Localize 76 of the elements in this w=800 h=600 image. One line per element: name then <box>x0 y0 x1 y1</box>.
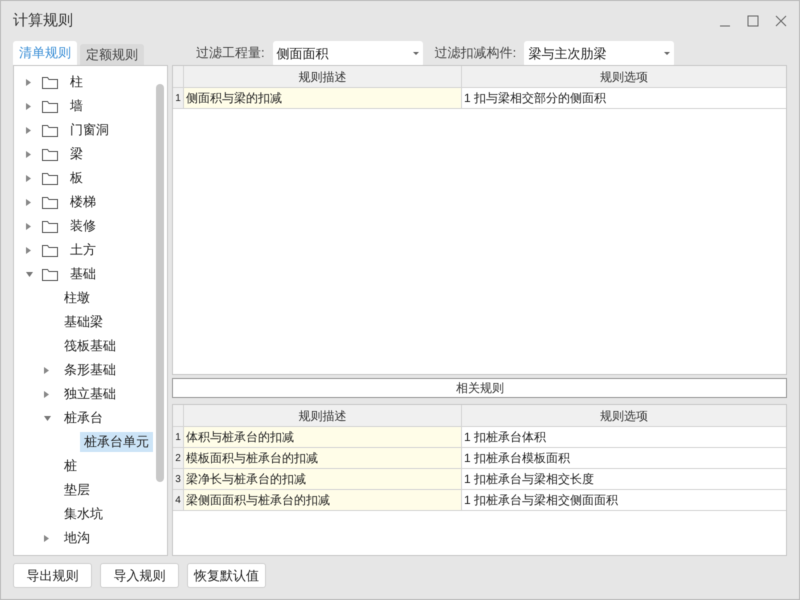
table-cell: 侧面积与梁的扣减 <box>184 88 462 108</box>
action-button[interactable]: 恢复默认值 <box>187 563 266 588</box>
row-number: 1 <box>173 88 184 108</box>
tree-item[interactable]: 地沟 <box>60 528 94 548</box>
collapsed-arrow-icon[interactable] <box>44 390 49 398</box>
tree-item[interactable]: 门窗洞 <box>66 120 113 140</box>
tree-item[interactable]: 楼梯 <box>66 192 100 212</box>
folder-icon <box>42 172 58 184</box>
table-cell: 体积与桩承台的扣减 <box>184 427 462 447</box>
tree-item[interactable]: 板 <box>66 168 87 188</box>
column-header: 规则选项 <box>599 408 649 424</box>
row-number: 4 <box>173 490 184 510</box>
folder-icon <box>42 244 58 256</box>
dropdown-caret-icon <box>412 52 419 55</box>
table-cell: 梁侧面面积与桩承台的扣减 <box>184 490 462 510</box>
tree-item[interactable]: 柱墩 <box>60 288 94 308</box>
collapsed-arrow-icon[interactable] <box>26 126 31 134</box>
folder-icon <box>42 124 58 136</box>
folder-icon <box>42 148 58 160</box>
tree-item[interactable]: 筏板基础 <box>60 336 120 356</box>
folder-icon <box>42 268 58 280</box>
table-cell[interactable]: 1 扣与梁相交部分的侧面积 <box>462 88 786 108</box>
filter-label: 过滤工程量: <box>196 44 265 62</box>
tree-item[interactable]: 装修 <box>66 216 100 236</box>
tree-item[interactable]: 柱 <box>66 72 87 92</box>
folder-icon <box>42 220 58 232</box>
folder-icon <box>42 76 58 88</box>
tree-item[interactable]: 基础 <box>66 264 100 284</box>
column-header: 规则选项 <box>599 68 649 86</box>
expanded-arrow-icon[interactable] <box>26 272 33 276</box>
dropdown-caret-icon <box>664 52 670 55</box>
table-cell[interactable]: 1 扣桩承台体积 <box>462 427 786 447</box>
close-icon[interactable] <box>775 15 787 27</box>
scrollbar-thumb[interactable] <box>156 84 164 482</box>
tree-item[interactable]: 条形基础 <box>60 360 120 380</box>
filter-dropdown[interactable]: 梁与主次肋梁 <box>524 40 674 66</box>
tree-item[interactable]: 集水坑 <box>60 504 107 524</box>
row-number: 1 <box>173 427 184 447</box>
table-cell[interactable]: 1 扣桩承台与梁相交长度 <box>462 469 786 489</box>
table-cell[interactable]: 1 扣桩承台模板面积 <box>462 448 786 468</box>
collapsed-arrow-icon[interactable] <box>26 174 31 182</box>
table-cell: 梁净长与桩承台的扣减 <box>184 469 462 489</box>
filter-label: 过滤扣减构件: <box>434 44 516 62</box>
tree-item[interactable]: 桩承台单元 <box>80 432 153 452</box>
related-rules-bar: 相关规则 <box>172 378 787 398</box>
collapsed-arrow-icon[interactable] <box>26 246 31 254</box>
collapsed-arrow-icon[interactable] <box>26 78 31 86</box>
collapsed-arrow-icon[interactable] <box>44 366 49 374</box>
tree-item[interactable]: 桩承台 <box>60 408 107 428</box>
tree-item[interactable]: 墙 <box>66 96 87 116</box>
row-number: 2 <box>173 448 184 468</box>
collapsed-arrow-icon[interactable] <box>26 198 31 206</box>
tree-item[interactable]: 桩 <box>60 456 81 476</box>
collapsed-arrow-icon[interactable] <box>26 102 31 110</box>
folder-icon <box>42 100 58 112</box>
collapsed-arrow-icon[interactable] <box>26 222 31 230</box>
window-title: 计算规则 <box>13 10 74 31</box>
tree-item[interactable]: 垫层 <box>60 480 94 500</box>
action-button[interactable]: 导入规则 <box>100 563 179 588</box>
tree-item[interactable]: 基础梁 <box>60 312 107 332</box>
column-header: 规则描述 <box>184 405 462 426</box>
maximize-icon[interactable] <box>747 15 759 27</box>
collapsed-arrow-icon[interactable] <box>26 150 31 158</box>
table-cell[interactable]: 1 扣桩承台与梁相交侧面面积 <box>462 490 786 510</box>
action-button[interactable]: 导出规则 <box>13 563 92 588</box>
row-number: 3 <box>173 469 184 489</box>
tab[interactable]: 定额规则 <box>80 44 144 65</box>
collapsed-arrow-icon[interactable] <box>44 534 49 542</box>
folder-icon <box>42 196 58 208</box>
column-header: 规则描述 <box>184 66 462 87</box>
table-cell: 模板面积与桩承台的扣减 <box>184 448 462 468</box>
expanded-arrow-icon[interactable] <box>44 416 51 420</box>
tree-item[interactable]: 独立基础 <box>60 384 120 404</box>
tree-item[interactable]: 梁 <box>66 144 87 164</box>
filter-dropdown[interactable]: 侧面面积 <box>272 40 423 66</box>
tree-item[interactable]: 土方 <box>66 240 100 260</box>
